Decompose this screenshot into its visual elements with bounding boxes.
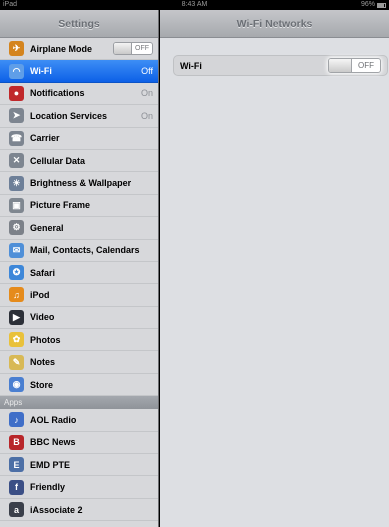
- sidebar-item-value: Off: [141, 66, 153, 77]
- detail-title: Wi-Fi Networks: [160, 10, 389, 38]
- sidebar-item-label: Airplane Mode: [30, 43, 93, 54]
- sidebar-item-label: Friendly: [30, 482, 66, 493]
- apps-section-header: Apps: [0, 396, 158, 410]
- bbc-news-icon: B: [9, 434, 24, 450]
- sidebar-item-value: On: [140, 88, 153, 99]
- sidebar-item-label: Cellular Data: [30, 155, 86, 166]
- detail-pane: Wi-Fi Networks Wi-Fi OFF: [160, 10, 389, 527]
- toggle-knob: [329, 59, 352, 72]
- picture-frame-icon: ▣: [9, 197, 24, 213]
- sidebar-item-label: General: [30, 222, 64, 233]
- toggle-knob: [114, 43, 132, 55]
- store-icon: ◉: [9, 377, 24, 393]
- gear-icon: ⚙: [9, 220, 24, 236]
- toggle-state: OFF: [135, 45, 149, 53]
- sidebar-item-video[interactable]: ▶ Video: [0, 307, 158, 330]
- video-icon: ▶: [9, 309, 24, 325]
- sidebar-item-airplane-mode[interactable]: ✈ Airplane Mode OFF: [0, 38, 158, 61]
- location-icon: ➤: [9, 108, 24, 124]
- wifi-label: Wi-Fi: [180, 60, 202, 71]
- sidebar-item-wi-fi[interactable]: ◠ Wi-Fi Off: [0, 60, 158, 83]
- sidebar-item-notes[interactable]: ✎ Notes: [0, 351, 158, 374]
- sidebar-item-location-services[interactable]: ➤ Location Services On: [0, 105, 158, 128]
- sidebar-item-mail-contacts-calendars[interactable]: ✉ Mail, Contacts, Calendars: [0, 240, 158, 262]
- battery-percent: 96%: [360, 1, 375, 8]
- sidebar-item-general[interactable]: ⚙ General: [0, 217, 158, 240]
- sidebar-item-label: Brightness & Wallpaper: [30, 178, 132, 189]
- mail-icon: ✉: [9, 242, 24, 258]
- settings-list: ✈ Airplane Mode OFF ◠ Wi-Fi Off ● Notifications…: [0, 38, 158, 397]
- sidebar-item-notifications[interactable]: ● Notifications On: [0, 83, 158, 106]
- sidebar-item-label: iAssociate 2: [30, 504, 83, 515]
- sidebar-item-label: Picture Frame: [30, 200, 91, 211]
- airplane-mode-toggle[interactable]: OFF: [113, 42, 153, 56]
- notes-icon: ✎: [9, 354, 24, 370]
- sidebar-item-iassociate-2[interactable]: a iAssociate 2: [0, 499, 158, 522]
- sidebar-item-label: Mail, Contacts, Calendars: [30, 245, 140, 256]
- sidebar-item-safari[interactable]: ✪ Safari: [0, 262, 158, 285]
- sidebar-item-label: Safari: [30, 267, 56, 278]
- sidebar-item-carrier[interactable]: ☎ Carrier: [0, 128, 158, 150]
- emd-pte-icon: E: [9, 457, 24, 473]
- sidebar-item-photos[interactable]: ✿ Photos: [0, 329, 158, 352]
- clock: 8:43 AM: [181, 1, 208, 8]
- sidebar-title: Settings: [0, 10, 158, 38]
- sidebar-item-label: Wi-Fi: [30, 66, 52, 77]
- sidebar-item-label: iPod: [30, 289, 50, 300]
- carrier-icon: ☎: [9, 130, 24, 146]
- iassociate-icon: a: [9, 502, 24, 517]
- sidebar-item-label: Notifications: [30, 88, 85, 99]
- apps-list: ♪ AOL Radio B BBC News E EMD PTE f Friendly a iAs…: [0, 409, 158, 522]
- sidebar-item-label: Photos: [30, 334, 61, 345]
- sidebar-item-store[interactable]: ◉ Store: [0, 374, 158, 397]
- toggle-state: OFF: [358, 61, 374, 70]
- sidebar-item-picture-frame[interactable]: ▣ Picture Frame: [0, 195, 158, 218]
- sidebar-item-label: Location Services: [30, 110, 108, 121]
- sidebar-item-friendly[interactable]: f Friendly: [0, 476, 158, 499]
- wifi-icon: ◠: [9, 63, 24, 79]
- sidebar-item-label: Store: [30, 379, 54, 390]
- sidebar-item-label: BBC News: [30, 437, 76, 448]
- wifi-toggle[interactable]: OFF: [328, 58, 381, 73]
- ipod-icon: ♫: [9, 287, 24, 303]
- sidebar-item-label: Carrier: [30, 133, 60, 144]
- cellular-icon: ✕: [9, 153, 24, 169]
- sidebar-item-label: Video: [30, 312, 55, 323]
- sidebar-item-label: AOL Radio: [30, 414, 77, 425]
- notifications-icon: ●: [9, 85, 24, 101]
- airplane-icon: ✈: [9, 41, 24, 57]
- safari-icon: ✪: [9, 265, 24, 281]
- sidebar-item-value: On: [140, 110, 153, 121]
- battery-indicator: 96%: [361, 0, 386, 10]
- status-bar: iPad 8:43 AM 96%: [0, 0, 389, 10]
- sidebar-item-bbc-news[interactable]: B BBC News: [0, 432, 158, 455]
- brightness-icon: ☀: [9, 175, 24, 191]
- sidebar-item-ipod[interactable]: ♫ iPod: [0, 284, 158, 307]
- sidebar-item-aol-radio[interactable]: ♪ AOL Radio: [0, 409, 158, 432]
- battery-icon: [377, 2, 386, 8]
- sidebar-item-emd-pte[interactable]: E EMD PTE: [0, 454, 158, 477]
- wifi-group: Wi-Fi OFF: [173, 55, 388, 76]
- sidebar-item-label: Notes: [30, 357, 56, 368]
- friendly-icon: f: [9, 479, 24, 495]
- sidebar-item-brightness-wallpaper[interactable]: ☀ Brightness & Wallpaper: [0, 172, 158, 195]
- sidebar-item-cellular-data[interactable]: ✕ Cellular Data: [0, 150, 158, 173]
- settings-sidebar: Settings ✈ Airplane Mode OFF ◠ Wi-Fi Off ● Noti…: [0, 10, 159, 527]
- aol-radio-icon: ♪: [9, 412, 24, 428]
- photos-icon: ✿: [9, 332, 24, 348]
- sidebar-item-label: EMD PTE: [30, 459, 71, 470]
